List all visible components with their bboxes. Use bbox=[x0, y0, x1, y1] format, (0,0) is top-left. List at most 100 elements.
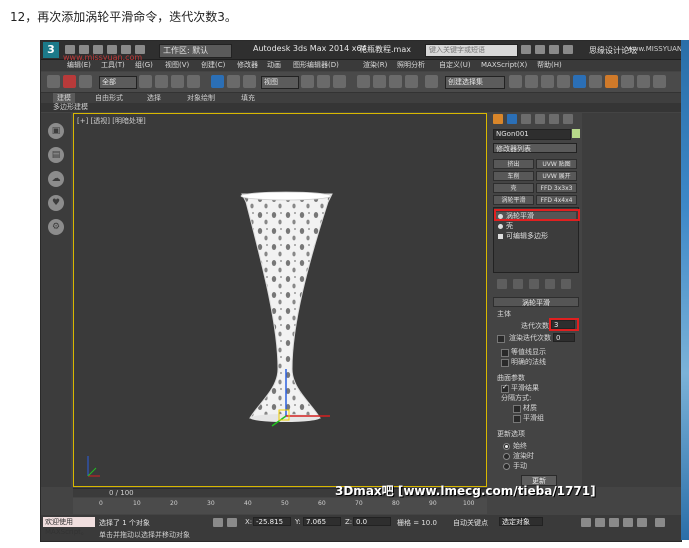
menu-views[interactable]: 视图(V) bbox=[165, 60, 189, 71]
cloud-icon[interactable]: ☁ bbox=[48, 171, 64, 187]
play-icon[interactable] bbox=[609, 518, 619, 527]
modifier-shell-button[interactable]: 壳 bbox=[493, 183, 534, 193]
turbosmooth-rollout-title[interactable]: 涡轮平滑 bbox=[493, 297, 579, 307]
rendered-frame-icon[interactable] bbox=[637, 75, 650, 88]
menu-group[interactable]: 组(G) bbox=[135, 60, 153, 71]
menu-edit[interactable]: 编辑(E) bbox=[67, 60, 91, 71]
render-icon[interactable] bbox=[653, 75, 666, 88]
heart-icon[interactable]: ♥ bbox=[48, 195, 64, 211]
isoline-checkbox[interactable] bbox=[501, 349, 509, 357]
render-iters-spinner[interactable]: 0 bbox=[553, 333, 575, 342]
go-to-end-icon[interactable] bbox=[637, 518, 647, 527]
modifier-ffd3-button[interactable]: FFD 3x3x3 bbox=[536, 183, 577, 193]
named-selection-dropdown[interactable]: 创建选择集 bbox=[445, 76, 505, 89]
layer-manager-icon[interactable] bbox=[541, 75, 554, 88]
menu-lighting[interactable]: 照明分析 bbox=[397, 60, 425, 71]
smoothing-groups-checkbox[interactable] bbox=[513, 415, 521, 423]
explicit-normals-checkbox[interactable] bbox=[501, 359, 509, 367]
document-icon[interactable]: ▤ bbox=[48, 147, 64, 163]
snap-toggle-icon[interactable] bbox=[357, 75, 370, 88]
workspace-dropdown[interactable]: 工作区: 默认 bbox=[159, 44, 232, 58]
stack-item-shell[interactable]: 壳 bbox=[496, 222, 576, 231]
search-icon[interactable] bbox=[521, 45, 531, 54]
next-frame-icon[interactable] bbox=[623, 518, 633, 527]
render-setup-icon[interactable] bbox=[621, 75, 634, 88]
keyboard-shortcut-icon[interactable] bbox=[333, 75, 346, 88]
update-render-radio[interactable] bbox=[503, 453, 510, 460]
search-input[interactable]: 键入关键字或短语 bbox=[425, 44, 518, 57]
utilities-tab-icon[interactable] bbox=[563, 114, 573, 124]
object-name-field[interactable]: NGon001 bbox=[493, 129, 571, 140]
modifier-uvw-map-button[interactable]: UVW 贴图 bbox=[536, 159, 577, 169]
menu-customize[interactable]: 自定义(U) bbox=[439, 60, 471, 71]
remove-modifier-icon[interactable] bbox=[545, 279, 555, 289]
undo-tool-icon[interactable] bbox=[47, 75, 60, 88]
community-icon[interactable] bbox=[535, 45, 545, 54]
select-object-icon[interactable] bbox=[139, 75, 152, 88]
modifier-ffd4-button[interactable]: FFD 4x4x4 bbox=[536, 195, 577, 205]
schematic-view-icon[interactable] bbox=[589, 75, 602, 88]
modifier-list-dropdown[interactable]: 修改器列表 bbox=[493, 143, 577, 153]
settings-icon[interactable]: ⚙ bbox=[48, 219, 64, 235]
y-coordinate-field[interactable]: 7.065 bbox=[303, 517, 341, 526]
selection-filter-dropdown[interactable]: 全部 bbox=[99, 76, 137, 89]
material-editor-icon[interactable] bbox=[605, 75, 618, 88]
modifier-extrude-button[interactable]: 挤出 bbox=[493, 159, 534, 169]
select-move-icon[interactable] bbox=[211, 75, 224, 88]
lock-selection-icon[interactable] bbox=[213, 518, 223, 527]
new-file-icon[interactable] bbox=[65, 45, 75, 54]
ribbon-tab-freeform[interactable]: 自由形式 bbox=[95, 93, 123, 103]
ribbon-tab-modeling[interactable]: 建模 bbox=[53, 93, 75, 103]
menu-maxscript[interactable]: MAXScript(X) bbox=[481, 60, 527, 71]
motion-tab-icon[interactable] bbox=[535, 114, 545, 124]
undo-icon[interactable] bbox=[107, 45, 117, 54]
object-color-swatch[interactable] bbox=[572, 129, 580, 138]
update-always-radio[interactable] bbox=[503, 443, 510, 450]
modifier-lathe-button[interactable]: 车削 bbox=[493, 171, 534, 181]
bulb-icon[interactable] bbox=[498, 224, 503, 229]
menu-help[interactable]: 帮助(H) bbox=[537, 60, 562, 71]
z-coordinate-field[interactable]: 0.0 bbox=[353, 517, 391, 526]
menu-tools[interactable]: 工具(T) bbox=[101, 60, 125, 71]
app-home-icon[interactable]: ▣ bbox=[48, 123, 64, 139]
align-icon[interactable] bbox=[525, 75, 538, 88]
rect-selection-icon[interactable] bbox=[171, 75, 184, 88]
ribbon-tab-object-paint[interactable]: 对象绘制 bbox=[187, 93, 215, 103]
hierarchy-tab-icon[interactable] bbox=[521, 114, 531, 124]
modify-tab-icon[interactable] bbox=[507, 114, 517, 124]
pivot-center-icon[interactable] bbox=[301, 75, 314, 88]
menu-modifiers[interactable]: 修改器 bbox=[237, 60, 258, 71]
maxscript-listener[interactable]: 欢迎使用 MAXScript。 bbox=[43, 517, 95, 536]
prev-frame-icon[interactable] bbox=[595, 518, 605, 527]
go-to-start-icon[interactable] bbox=[581, 518, 591, 527]
redo-icon[interactable] bbox=[121, 45, 131, 54]
modifier-turbosmooth-button[interactable]: 涡轮平滑 bbox=[493, 195, 534, 205]
modifier-uvw-unwrap-button[interactable]: UVW 展开 bbox=[536, 171, 577, 181]
update-manual-radio[interactable] bbox=[503, 463, 510, 470]
show-end-result-icon[interactable] bbox=[513, 279, 523, 289]
smooth-result-checkbox[interactable] bbox=[501, 383, 509, 393]
key-filter-dropdown[interactable]: 选定对象 bbox=[499, 517, 543, 526]
select-scale-icon[interactable] bbox=[243, 75, 256, 88]
star-icon[interactable] bbox=[549, 45, 559, 54]
materials-checkbox[interactable] bbox=[513, 405, 521, 413]
stack-item-editable-poly[interactable]: 可编辑多边形 bbox=[496, 232, 576, 241]
spinner-snap-icon[interactable] bbox=[405, 75, 418, 88]
curve-editor-icon[interactable] bbox=[573, 75, 586, 88]
link-icon[interactable] bbox=[63, 75, 76, 88]
unlink-icon[interactable] bbox=[79, 75, 92, 88]
project-folder-icon[interactable] bbox=[135, 45, 145, 54]
menu-animation[interactable]: 动画 bbox=[267, 60, 281, 71]
ribbon-tab-populate[interactable]: 填充 bbox=[241, 93, 255, 103]
manipulate-icon[interactable] bbox=[317, 75, 330, 88]
auto-key-label[interactable]: 自动关键点 bbox=[453, 518, 488, 528]
pin-stack-icon[interactable] bbox=[497, 279, 507, 289]
mirror-icon[interactable] bbox=[509, 75, 522, 88]
save-file-icon[interactable] bbox=[93, 45, 103, 54]
graphite-icon[interactable] bbox=[557, 75, 570, 88]
configure-sets-icon[interactable] bbox=[561, 279, 571, 289]
select-rotate-icon[interactable] bbox=[227, 75, 240, 88]
edit-named-sel-icon[interactable] bbox=[425, 75, 438, 88]
menu-create[interactable]: 创建(C) bbox=[201, 60, 225, 71]
zoom-extents-icon[interactable] bbox=[655, 518, 665, 527]
